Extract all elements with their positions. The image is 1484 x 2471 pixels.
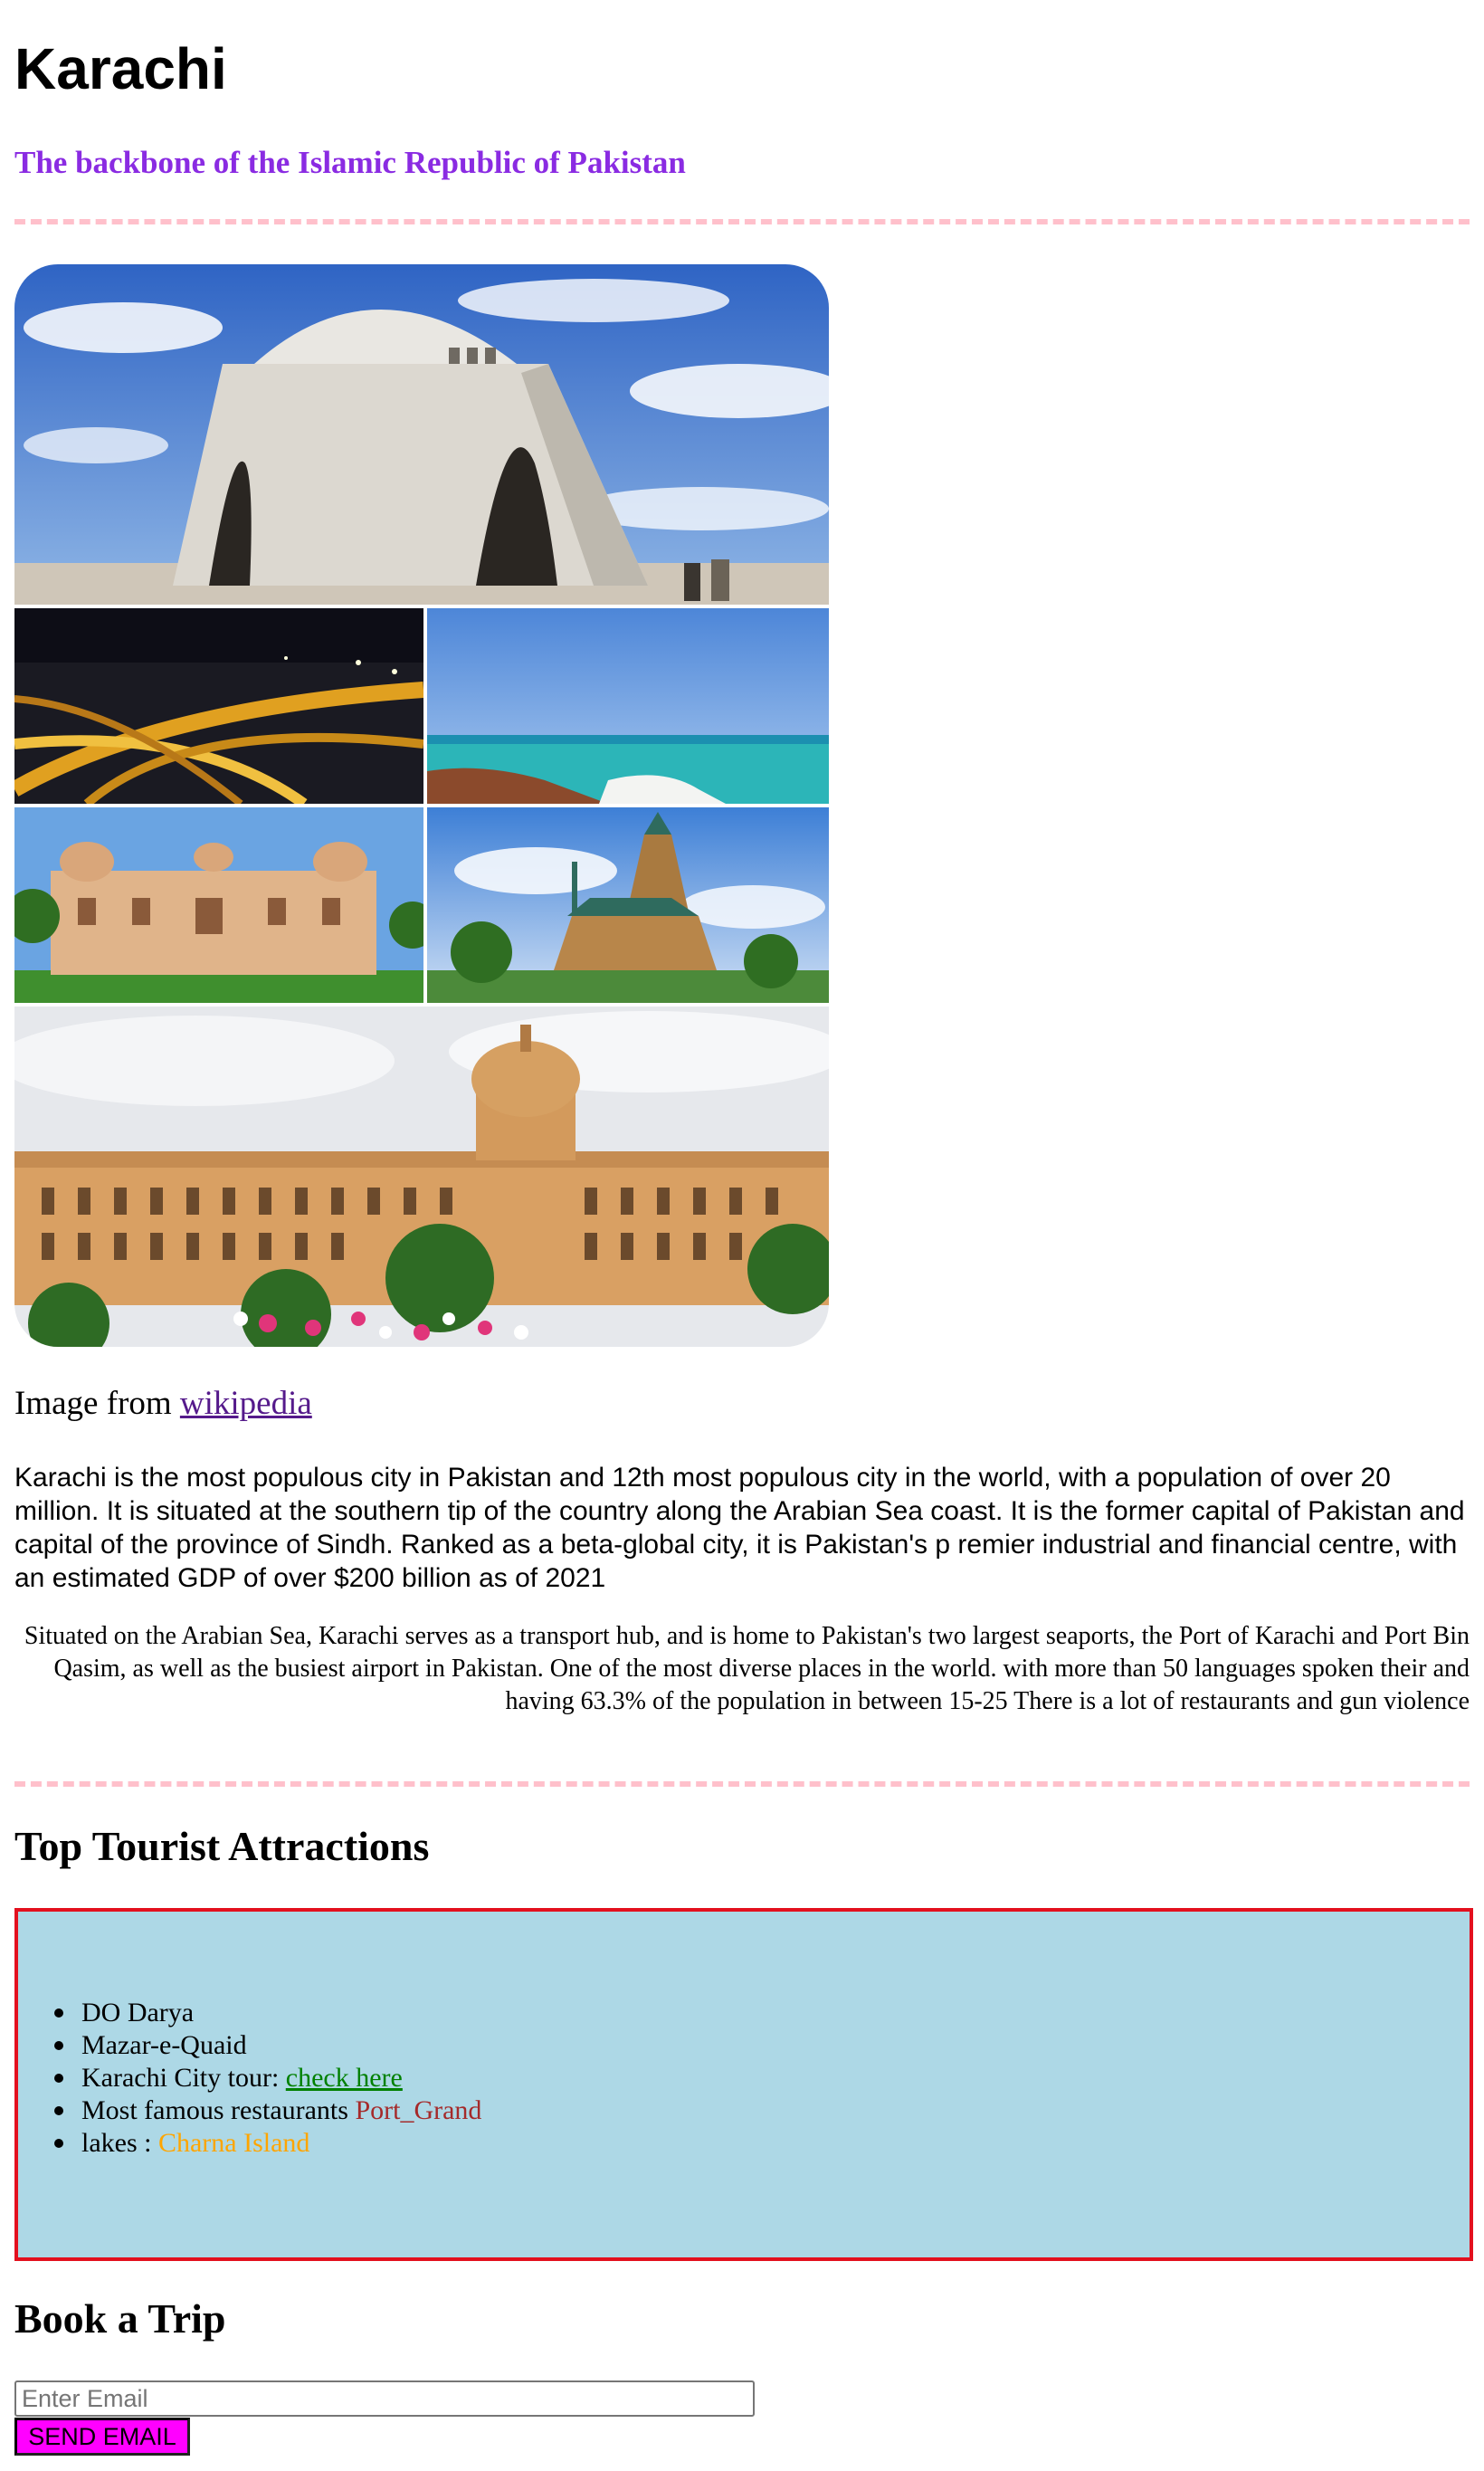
charna-island-text: Charna Island	[157, 2128, 310, 2158]
email-field[interactable]	[14, 2380, 755, 2417]
intro-paragraph: Karachi is the most populous city in Pak…	[14, 1463, 1465, 1593]
attractions-list: DO Darya Mazar-e-Quaid Karachi City tour…	[53, 1997, 482, 2160]
list-item-text: Karachi City tour:	[81, 2063, 286, 2093]
palace-image	[14, 807, 423, 1003]
details-paragraph: Situated on the Arabian Sea, Karachi ser…	[24, 1622, 1470, 1715]
karachi-collage-image	[14, 264, 829, 1347]
list-item-text: Most famous restaurants	[81, 2095, 356, 2125]
port-trust-building-image	[14, 1007, 829, 1347]
list-item: Mazar-e-Quaid	[53, 2029, 481, 2062]
frere-hall-image	[427, 807, 829, 1003]
list-item-text: lakes :	[81, 2128, 158, 2158]
list-item: Karachi City tour: check here	[53, 2062, 481, 2094]
attractions-box: DO Darya Mazar-e-Quaid Karachi City tour…	[14, 1908, 1473, 2261]
port-grand-text: Port_Grand	[355, 2095, 482, 2125]
list-item-text: DO Darya	[81, 1998, 195, 2027]
image-credit: Image from wikipedia	[14, 1383, 312, 1425]
book-trip-heading: Book a Trip	[14, 2295, 226, 2342]
wikipedia-link[interactable]: wikipedia	[180, 1385, 312, 1422]
list-item: lakes : Charna Island	[53, 2127, 481, 2160]
page-subtitle: The backbone of the Islamic Republic of …	[14, 145, 686, 180]
image-credit-prefix: Image from	[14, 1385, 180, 1422]
highway-night-image	[14, 608, 423, 804]
list-item: DO Darya	[53, 1997, 481, 2029]
page-title: Karachi	[14, 36, 227, 101]
divider-bottom	[14, 1781, 1470, 1787]
list-item: Most famous restaurants Port_Grand	[53, 2094, 482, 2127]
city-tour-link[interactable]: check here	[286, 2063, 403, 2093]
send-email-button[interactable]: SEND EMAIL	[14, 2418, 190, 2456]
mazar-e-quaid-image	[14, 264, 829, 605]
beach-image	[427, 608, 829, 804]
divider-top	[14, 219, 1470, 224]
list-item-text: Mazar-e-Quaid	[81, 2030, 247, 2060]
attractions-heading: Top Tourist Attractions	[14, 1823, 430, 1869]
